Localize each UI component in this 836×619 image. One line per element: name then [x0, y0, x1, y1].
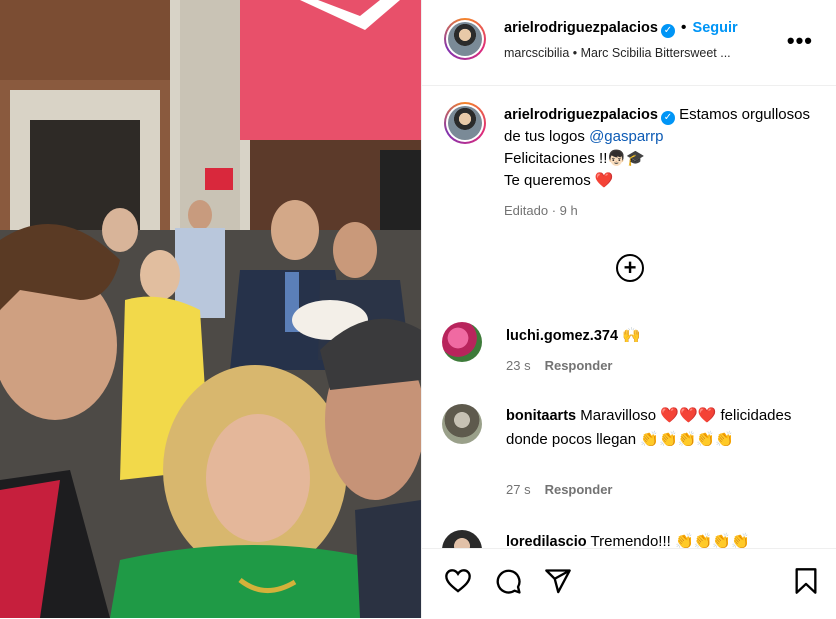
comment-icon[interactable] [494, 567, 522, 595]
author-line: arielrodriguezpalacios ✓ • Seguir [504, 19, 738, 38]
post-photo[interactable] [0, 0, 421, 618]
comment-body: luchi.gomez.374 🙌 [506, 324, 816, 348]
comment-username[interactable]: bonitaarts [506, 408, 576, 424]
post-sidebar: arielrodriguezpalacios ✓ • Seguir marcscibi… [421, 0, 836, 618]
reply-button[interactable]: Responder [545, 358, 613, 373]
comment-username[interactable]: loredilascio [506, 534, 587, 548]
caption-mention[interactable]: @gasparrp [589, 128, 663, 145]
comment-time: 23 s [506, 358, 531, 373]
caption-line-3: Te queremos ❤️ [504, 172, 614, 189]
comment-meta: 27 s Responder [506, 482, 612, 497]
more-horizontal-icon[interactable]: ••• [787, 28, 813, 54]
author-username[interactable]: arielrodriguezpalacios [504, 20, 658, 36]
caption-meta: Editado · 9 h [504, 203, 578, 218]
caption-line-2: Felicitaciones !!👦🏻🎓 [504, 150, 645, 167]
share-icon[interactable] [544, 567, 572, 595]
reply-button[interactable]: Responder [545, 482, 613, 497]
heart-icon[interactable] [444, 567, 472, 593]
comment-text: 🙌 [622, 327, 641, 344]
action-bar [422, 548, 836, 619]
verified-icon: ✓ [660, 24, 675, 38]
comment-meta: 23 s Responder [506, 358, 612, 373]
caption: arielrodriguezpalacios ✓ Estamos orgullos… [504, 104, 814, 222]
comment-time: 27 s [506, 482, 531, 497]
bookmark-icon[interactable] [794, 567, 818, 595]
audio-track[interactable]: marcscibilia • Marc Scibilia Bittersweet… [504, 46, 731, 60]
comment-username[interactable]: luchi.gomez.374 [506, 328, 618, 344]
load-more-comments-button[interactable]: + [616, 254, 644, 282]
follow-button[interactable]: Seguir [693, 20, 738, 36]
commenter-avatar[interactable] [442, 530, 482, 548]
verified-icon: ✓ [660, 111, 675, 125]
comment-body: bonitaarts Maravilloso ❤️❤️❤️ felicidade… [506, 404, 816, 451]
caption-avatar[interactable] [444, 102, 486, 144]
comment-text: Tremendo!!! 👏👏👏👏 [590, 533, 750, 548]
separator: • [680, 19, 687, 36]
commenter-avatar[interactable] [442, 322, 482, 362]
comments-scroll[interactable]: arielrodriguezpalacios ✓ Estamos orgullos… [422, 86, 836, 548]
post-header: arielrodriguezpalacios ✓ • Seguir marcscibi… [422, 0, 836, 86]
commenter-avatar[interactable] [442, 404, 482, 444]
post-image [0, 0, 421, 618]
caption-username[interactable]: arielrodriguezpalacios [504, 107, 658, 123]
comment-body: loredilascio Tremendo!!! 👏👏👏👏 [506, 530, 816, 548]
author-avatar[interactable] [444, 18, 486, 60]
